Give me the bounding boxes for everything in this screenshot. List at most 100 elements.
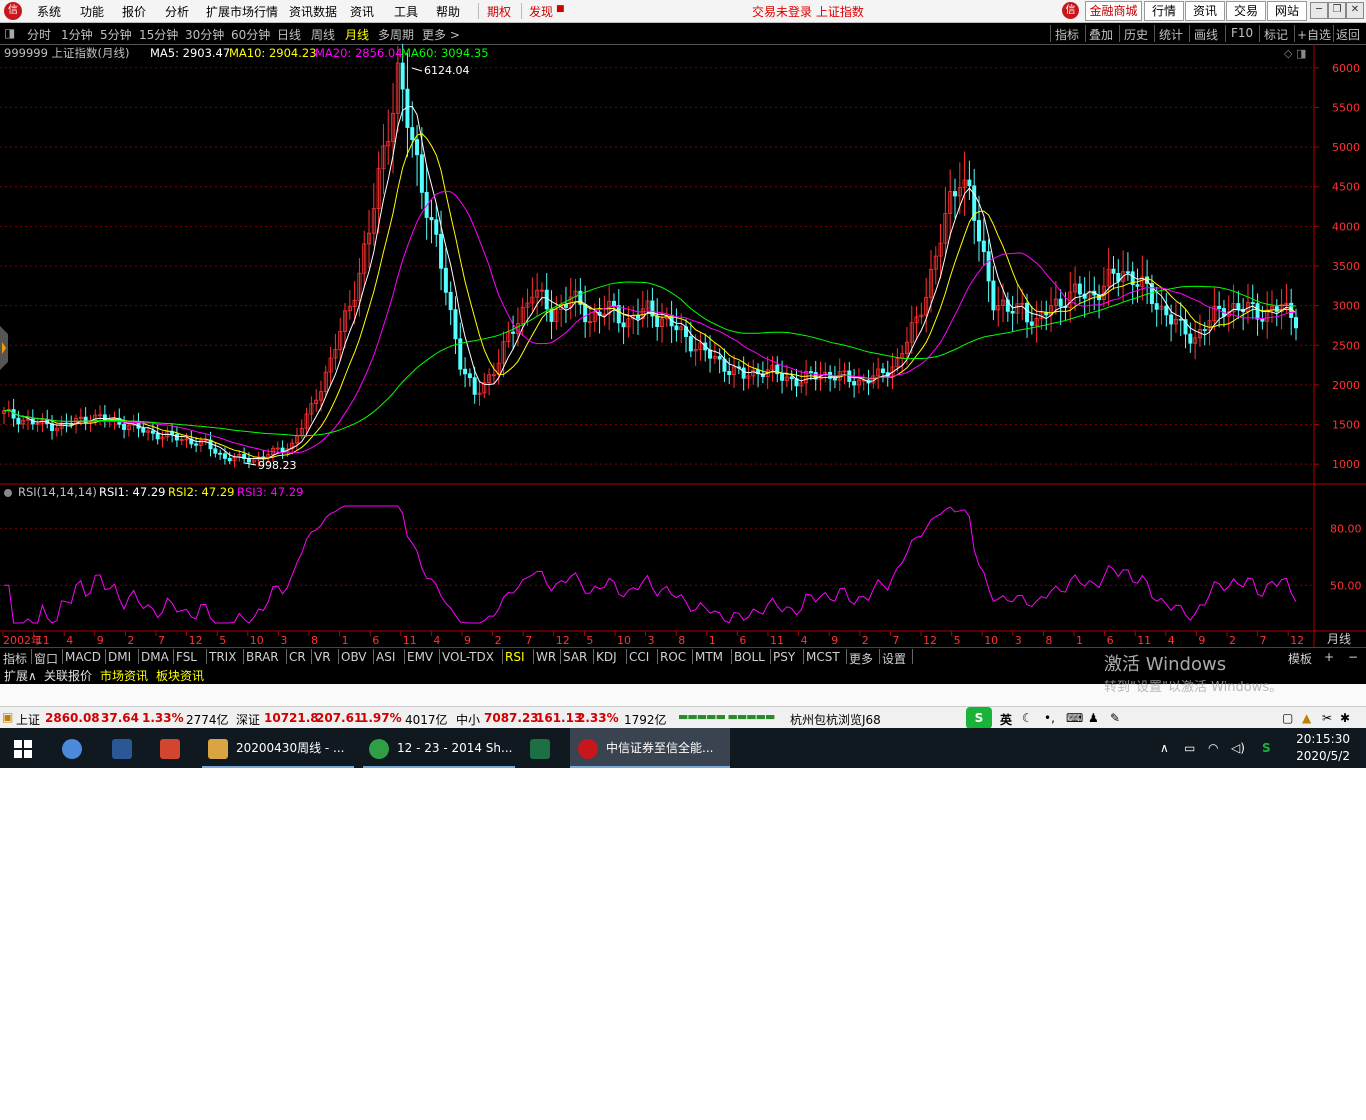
- indicator-tab-rsi[interactable]: RSI: [505, 650, 525, 664]
- remove-window-button[interactable]: −: [1348, 650, 1358, 664]
- tool-back[interactable]: 返回: [1336, 26, 1360, 43]
- moon-icon[interactable]: ☾: [1022, 711, 1033, 725]
- start-icon[interactable]: [14, 728, 36, 768]
- market-button[interactable]: 行情: [1144, 1, 1184, 21]
- tool-add-favorite[interactable]: +自选: [1297, 26, 1331, 43]
- template-button[interactable]: 模板: [1288, 650, 1312, 667]
- menu-discover[interactable]: 发现: [529, 3, 553, 20]
- chrome-icon[interactable]: [62, 728, 88, 768]
- period-15min[interactable]: 15分钟: [139, 26, 178, 43]
- menu-tools[interactable]: 工具: [394, 3, 418, 20]
- sme-index-name[interactable]: 中小: [456, 711, 480, 728]
- tray-chevron-icon[interactable]: ∧: [1160, 728, 1169, 768]
- period-daily[interactable]: 日线: [277, 26, 301, 43]
- financial-mall-button[interactable]: 金融商城: [1085, 1, 1142, 21]
- indicator-tab-vr[interactable]: VR: [314, 650, 331, 664]
- close-icon[interactable]: ✕: [1346, 2, 1364, 19]
- period-multi[interactable]: 多周期: [378, 26, 414, 43]
- system-clock[interactable]: 20:15:30 2020/5/2: [1296, 731, 1350, 765]
- indicator-tab-mtm[interactable]: MTM: [695, 650, 723, 664]
- menu-info-data[interactable]: 资讯数据: [289, 3, 337, 20]
- indicator-tab-cr[interactable]: CR: [289, 650, 306, 664]
- period-monthly[interactable]: 月线: [345, 26, 369, 43]
- sh-index-name[interactable]: 上证: [16, 711, 40, 728]
- indicator-tab-brar[interactable]: BRAR: [246, 650, 279, 664]
- indicator-tab-boll[interactable]: BOLL: [734, 650, 765, 664]
- wps-icon[interactable]: [160, 728, 186, 768]
- indicator-tab-[interactable]: 更多: [849, 650, 873, 667]
- tool-statistics[interactable]: 统计: [1159, 26, 1183, 43]
- indicator-tab-roc[interactable]: ROC: [660, 650, 686, 664]
- menu-quote[interactable]: 报价: [122, 3, 146, 20]
- menu-options[interactable]: 期权: [487, 3, 511, 20]
- ime-language[interactable]: 英: [1000, 711, 1012, 728]
- punctuation-icon[interactable]: •,: [1044, 711, 1055, 725]
- period-5min[interactable]: 5分钟: [100, 26, 132, 43]
- indicator-tab-kdj[interactable]: KDJ: [596, 650, 617, 664]
- indicator-tab-trix[interactable]: TRIX: [209, 650, 236, 664]
- rsi-collapse-icon[interactable]: [4, 489, 12, 497]
- tool-draw-line[interactable]: 画线: [1194, 26, 1218, 43]
- excel-icon[interactable]: [530, 728, 556, 768]
- indicator-tab-[interactable]: 窗口: [34, 650, 58, 667]
- period-intraday[interactable]: 分时: [27, 26, 51, 43]
- indicator-tab-psy[interactable]: PSY: [773, 650, 795, 664]
- taskbar-item-citic[interactable]: 中信证券至信全能...: [570, 728, 730, 768]
- subtab-expand[interactable]: 扩展∧: [4, 667, 37, 684]
- period-1min[interactable]: 1分钟: [61, 26, 93, 43]
- battery-icon[interactable]: ▭: [1184, 728, 1195, 768]
- settings-icon[interactable]: ✱: [1340, 711, 1350, 725]
- chart-settings-icon[interactable]: ◇ ◨: [1284, 47, 1306, 60]
- indicator-tab-dma[interactable]: DMA: [141, 650, 169, 664]
- news-button[interactable]: 资讯: [1185, 1, 1225, 21]
- indicator-tab-dmi[interactable]: DMI: [108, 650, 131, 664]
- alert-icon[interactable]: ▲: [1302, 711, 1311, 725]
- add-window-button[interactable]: +: [1324, 650, 1334, 664]
- tool-mark[interactable]: 标记: [1264, 26, 1288, 43]
- server-name[interactable]: 杭州包杭浏览J68: [790, 711, 881, 728]
- sogou-ime-icon[interactable]: S: [966, 707, 992, 728]
- volume-icon[interactable]: ◁): [1231, 728, 1245, 768]
- wrench-icon[interactable]: ✎: [1110, 711, 1120, 725]
- website-button[interactable]: 网站: [1267, 1, 1307, 21]
- indicator-tab-[interactable]: 设置: [882, 650, 906, 667]
- restore-icon[interactable]: ❐: [1328, 2, 1346, 19]
- wifi-icon[interactable]: ◠: [1208, 728, 1218, 768]
- indicator-tab-voltdx[interactable]: VOL-TDX: [442, 650, 494, 664]
- menu-help[interactable]: 帮助: [436, 3, 460, 20]
- indicator-tab-obv[interactable]: OBV: [341, 650, 367, 664]
- chart-canvas[interactable]: 6000 5500 5000 4500 4000 3500 3000 2500 2000 1500…: [0, 44, 1366, 647]
- tool-history[interactable]: 历史: [1124, 26, 1148, 43]
- tools-icon[interactable]: ✂: [1322, 711, 1332, 725]
- period-30min[interactable]: 30分钟: [185, 26, 224, 43]
- menu-info[interactable]: 资讯: [350, 3, 374, 20]
- indicator-tab-fsl[interactable]: FSL: [176, 650, 197, 664]
- indicator-tab-emv[interactable]: EMV: [407, 650, 433, 664]
- toggle-panel-icon[interactable]: ◨: [4, 26, 15, 40]
- subtab-related-quotes[interactable]: 关联报价: [44, 667, 92, 684]
- period-more[interactable]: 更多 >: [422, 26, 460, 43]
- indicator-tab-cci[interactable]: CCI: [629, 650, 649, 664]
- tool-indicator[interactable]: 指标: [1055, 26, 1079, 43]
- menu-analysis[interactable]: 分析: [165, 3, 189, 20]
- menu-extended-market[interactable]: 扩展市场行情: [206, 3, 278, 20]
- indicator-tab-mcst[interactable]: MCST: [806, 650, 840, 664]
- word-icon[interactable]: [112, 728, 138, 768]
- minimize-icon[interactable]: ─: [1310, 2, 1328, 19]
- subtab-sector-news[interactable]: 板块资讯: [156, 667, 204, 684]
- layout-icon[interactable]: ▢: [1282, 711, 1293, 725]
- indicator-tab-macd[interactable]: MACD: [65, 650, 101, 664]
- indicator-tab-sar[interactable]: SAR: [563, 650, 587, 664]
- tool-overlay[interactable]: 叠加: [1089, 26, 1113, 43]
- user-icon[interactable]: ♟: [1088, 711, 1099, 725]
- indicator-tab-[interactable]: 指标: [3, 650, 27, 667]
- tray-ime-icon[interactable]: S: [1262, 728, 1271, 768]
- taskbar-item-chrome[interactable]: 12 - 23 - 2014 Sh...: [363, 728, 515, 768]
- trade-button[interactable]: 交易: [1226, 1, 1266, 21]
- menu-system[interactable]: 系统: [37, 3, 61, 20]
- indicator-tab-wr[interactable]: WR: [536, 650, 556, 664]
- indicator-tab-asi[interactable]: ASI: [376, 650, 395, 664]
- period-weekly[interactable]: 周线: [311, 26, 335, 43]
- period-60min[interactable]: 60分钟: [231, 26, 270, 43]
- sz-index-name[interactable]: 深证: [236, 711, 260, 728]
